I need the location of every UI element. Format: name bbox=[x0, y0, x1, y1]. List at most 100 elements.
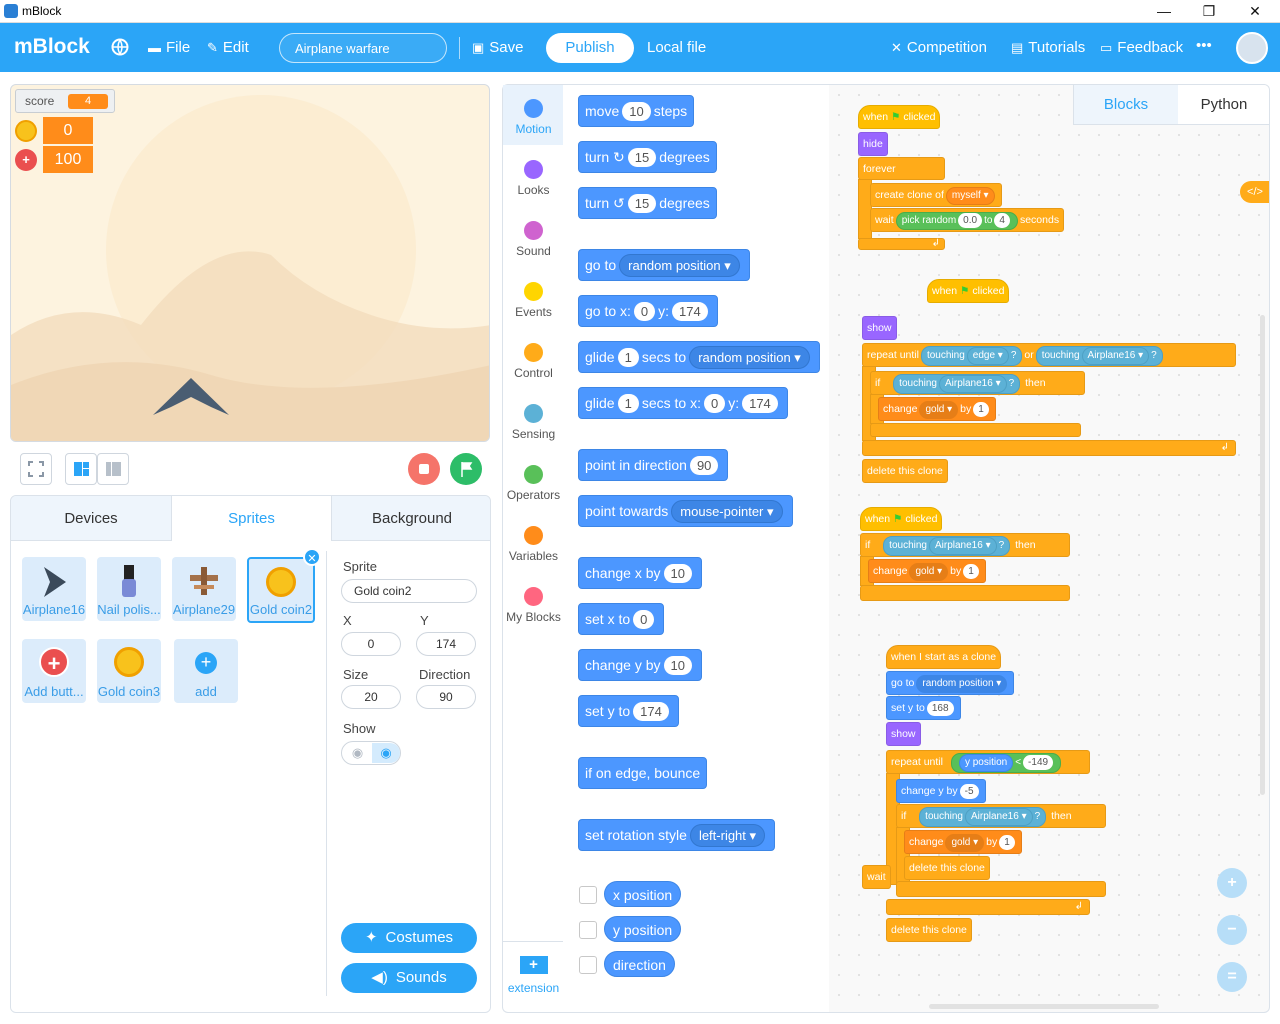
block-delete-clone[interactable]: delete this clone bbox=[904, 856, 990, 880]
block-wait[interactable]: wait pick random 0.0 to 4 seconds bbox=[870, 208, 1065, 232]
block-change-x[interactable]: change x by 10 bbox=[578, 557, 702, 589]
category-variables[interactable]: Variables bbox=[503, 526, 564, 563]
sprite-thumb[interactable]: + Add butt... bbox=[22, 639, 86, 703]
block-forever[interactable]: forever bbox=[858, 157, 945, 180]
block-if[interactable]: if touching Airplane16 ▾? then bbox=[860, 533, 1070, 557]
block-go-to[interactable]: go to random position ▾ bbox=[578, 249, 750, 281]
reporter-y-position[interactable]: y position bbox=[604, 916, 682, 942]
y-input[interactable]: 174 bbox=[416, 632, 476, 656]
close-window-button[interactable]: ✕ bbox=[1232, 0, 1278, 23]
sprite-thumb[interactable]: Gold coin3 bbox=[97, 639, 161, 703]
category-events[interactable]: Events bbox=[503, 282, 564, 319]
block-change-y[interactable]: change y by -5 bbox=[896, 779, 986, 803]
delete-sprite-icon[interactable]: ✕ bbox=[303, 548, 321, 566]
x-input[interactable]: 0 bbox=[341, 632, 401, 656]
tab-sprites[interactable]: Sprites bbox=[171, 496, 332, 541]
hat-when-flag-clicked[interactable]: when ⚑ clicked bbox=[858, 105, 941, 129]
block-set-y[interactable]: set y to 168 bbox=[886, 696, 961, 720]
code-view-toggle-icon[interactable]: </> bbox=[1240, 181, 1269, 203]
user-avatar[interactable] bbox=[1236, 32, 1268, 64]
block-wait-detached[interactable]: wait bbox=[862, 865, 891, 889]
edit-menu[interactable]: ✎ Edit bbox=[207, 39, 249, 56]
block-change-y[interactable]: change y by 10 bbox=[578, 649, 702, 681]
sprite-thumb[interactable]: Airplane29 bbox=[172, 557, 236, 621]
language-globe-icon[interactable] bbox=[111, 37, 131, 61]
block-if[interactable]: if touching Airplane16 ▾? then bbox=[896, 804, 1106, 828]
category-motion[interactable]: Motion bbox=[503, 99, 564, 136]
size-input[interactable]: 20 bbox=[341, 685, 401, 709]
zoom-reset-icon[interactable]: = bbox=[1217, 962, 1247, 992]
x-position-checkbox[interactable] bbox=[579, 886, 597, 904]
direction-input[interactable]: 90 bbox=[416, 685, 476, 709]
block-glide-to[interactable]: glide 1 secs to random position ▾ bbox=[578, 341, 820, 373]
block-turn-right[interactable]: turn ↻ 15 degrees bbox=[578, 141, 717, 173]
tab-background[interactable]: Background bbox=[332, 496, 490, 541]
save-button[interactable]: ▣ Save bbox=[472, 39, 524, 56]
block-set-y[interactable]: set y to 174 bbox=[578, 695, 679, 727]
add-sprite-button[interactable]: + add bbox=[174, 639, 238, 703]
block-create-clone[interactable]: create clone of myself ▾ bbox=[870, 183, 1002, 207]
competition-link[interactable]: ✕ Competition bbox=[891, 39, 987, 56]
horizontal-scrollbar[interactable] bbox=[929, 1004, 1159, 1009]
block-hide[interactable]: hide bbox=[858, 132, 888, 156]
block-point-in-direction[interactable]: point in direction 90 bbox=[578, 449, 729, 481]
block-turn-left[interactable]: turn ↺ 15 degrees bbox=[578, 187, 717, 219]
sounds-button[interactable]: ◀) Sounds bbox=[341, 963, 477, 993]
block-if[interactable]: if touching Airplane16 ▾? then bbox=[870, 371, 1085, 395]
reporter-direction[interactable]: direction bbox=[604, 951, 675, 977]
file-menu[interactable]: ▬ File bbox=[148, 39, 190, 56]
script-area[interactable]: Blocks Python </> when ⚑ clicked hide fo… bbox=[829, 84, 1270, 1013]
minimize-button[interactable]: — bbox=[1141, 0, 1187, 23]
category-my-blocks[interactable]: My Blocks bbox=[503, 587, 564, 624]
block-delete-clone[interactable]: delete this clone bbox=[862, 459, 948, 483]
block-set-x[interactable]: set x to 0 bbox=[578, 603, 665, 635]
small-stage-button[interactable] bbox=[97, 453, 129, 485]
block-show[interactable]: show bbox=[886, 722, 921, 746]
category-control[interactable]: Control bbox=[503, 343, 564, 380]
sprite-name-input[interactable]: Gold coin2 bbox=[341, 579, 477, 603]
block-rotation-style[interactable]: set rotation style left-right ▾ bbox=[578, 819, 776, 851]
block-bounce[interactable]: if on edge, bounce bbox=[578, 757, 708, 789]
tab-blocks[interactable]: Blocks bbox=[1073, 85, 1178, 125]
airplane-sprite[interactable] bbox=[151, 375, 231, 420]
direction-checkbox[interactable] bbox=[579, 956, 597, 974]
block-go-to[interactable]: go to random position ▾ bbox=[886, 671, 1015, 695]
block-delete-clone[interactable]: delete this clone bbox=[886, 918, 972, 942]
costumes-button[interactable]: ✦ Costumes bbox=[341, 923, 477, 953]
zoom-in-icon[interactable]: + bbox=[1217, 868, 1247, 898]
block-move-steps[interactable]: move 10 steps bbox=[578, 95, 695, 127]
local-file-button[interactable]: Local file bbox=[647, 39, 706, 56]
project-name-input[interactable]: Airplane warfare bbox=[279, 33, 447, 63]
sprite-thumb-selected[interactable]: Gold coin2 bbox=[247, 557, 315, 623]
hat-when-start-as-clone[interactable]: when I start as a clone bbox=[886, 645, 1002, 669]
block-change-gold[interactable]: change gold ▾ by 1 bbox=[878, 397, 996, 421]
block-repeat-until[interactable]: repeat until y position < -149 bbox=[886, 750, 1090, 774]
reporter-x-position[interactable]: x position bbox=[604, 881, 682, 907]
tab-devices[interactable]: Devices bbox=[11, 496, 171, 541]
block-change-gold[interactable]: change gold ▾ by 1 bbox=[868, 559, 986, 583]
block-go-to-xy[interactable]: go to x: 0 y: 174 bbox=[578, 295, 718, 327]
green-flag-button[interactable] bbox=[450, 453, 482, 485]
large-stage-button[interactable] bbox=[65, 453, 97, 485]
restore-button[interactable]: ❐ bbox=[1186, 0, 1232, 23]
publish-button[interactable]: Publish bbox=[546, 33, 634, 63]
category-sensing[interactable]: Sensing bbox=[503, 404, 564, 441]
y-position-checkbox[interactable] bbox=[579, 921, 597, 939]
hide-eye-icon[interactable]: ◉ bbox=[343, 743, 372, 763]
hat-when-flag-clicked[interactable]: when ⚑ clicked bbox=[927, 279, 1010, 303]
stage-canvas[interactable]: score 4 0 + 100 bbox=[10, 84, 490, 442]
category-sound[interactable]: Sound bbox=[503, 221, 564, 258]
fullscreen-button[interactable] bbox=[20, 453, 52, 485]
vertical-scrollbar[interactable] bbox=[1260, 315, 1265, 795]
block-repeat-until[interactable]: repeat until touching edge ▾? or touching Air… bbox=[862, 343, 1236, 367]
sprite-thumb[interactable]: Nail polis... bbox=[97, 557, 161, 621]
block-change-gold[interactable]: change gold ▾ by 1 bbox=[904, 830, 1022, 854]
more-menu-icon[interactable]: ••• bbox=[1196, 37, 1212, 54]
stop-button[interactable] bbox=[408, 453, 440, 485]
zoom-out-icon[interactable]: − bbox=[1217, 915, 1247, 945]
sprite-thumb[interactable]: Airplane16 bbox=[22, 557, 86, 621]
tab-python[interactable]: Python bbox=[1178, 85, 1269, 125]
category-operators[interactable]: Operators bbox=[503, 465, 564, 502]
feedback-link[interactable]: ▭ Feedback bbox=[1100, 39, 1183, 56]
block-show[interactable]: show bbox=[862, 316, 897, 340]
